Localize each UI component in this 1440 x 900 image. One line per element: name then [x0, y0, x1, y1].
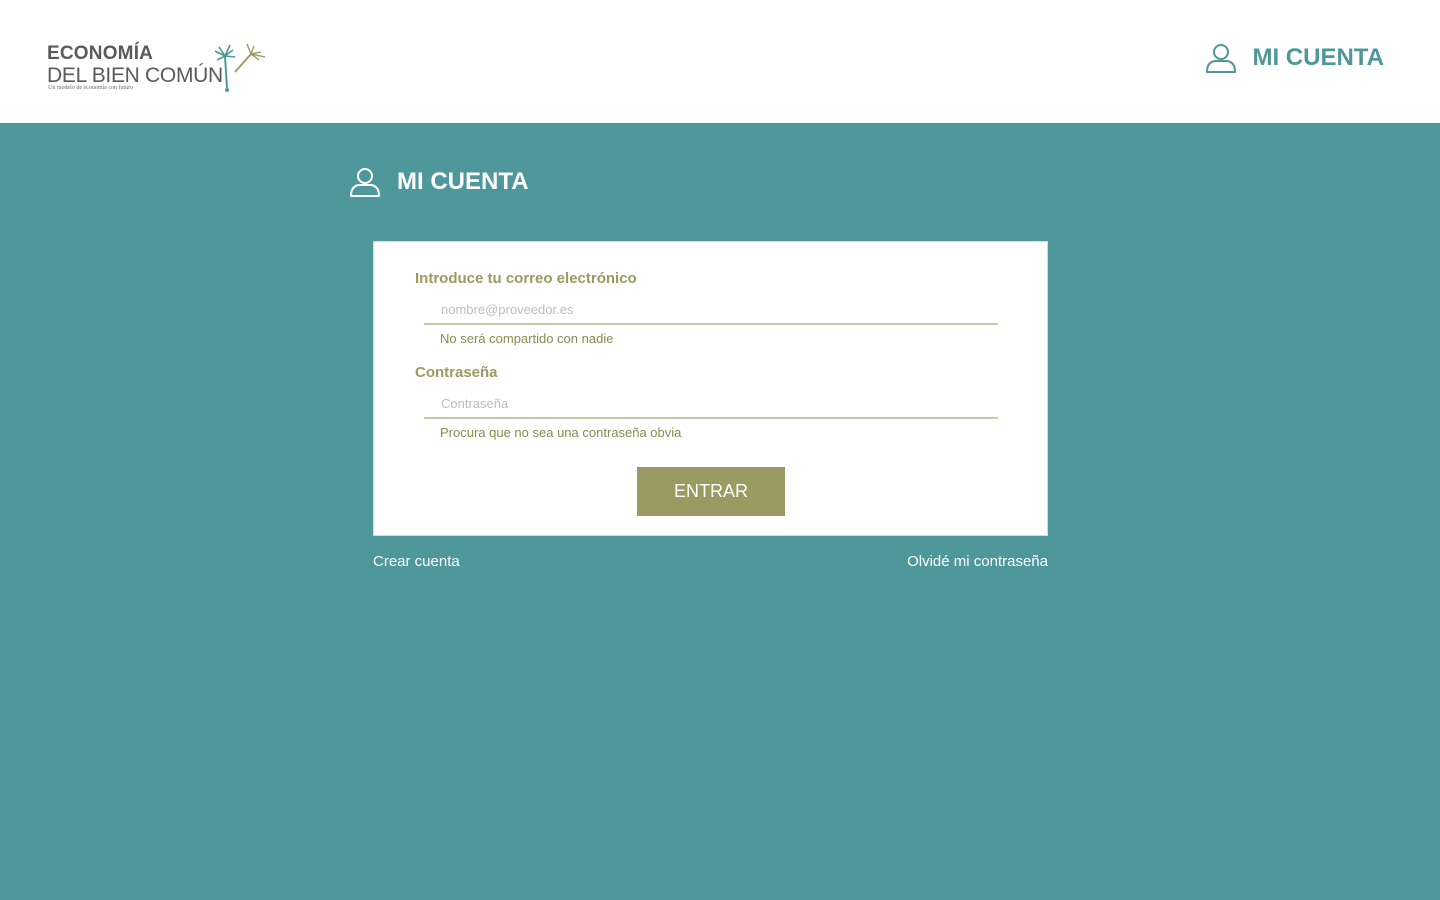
site-header: ECONOMÍA DEL BIEN COMÚN Un modelo de eco…	[0, 0, 1440, 123]
email-field[interactable]	[424, 295, 998, 325]
forgot-password-link[interactable]: Olvidé mi contraseña	[907, 553, 1048, 570]
header-account-link[interactable]: MI CUENTA	[1205, 40, 1384, 76]
login-button[interactable]: ENTRAR	[637, 467, 785, 516]
site-logo[interactable]: ECONOMÍA DEL BIEN COMÚN Un modelo de eco…	[47, 38, 272, 98]
email-label: Introduce tu correo electrónico	[415, 270, 637, 287]
login-form: Introduce tu correo electrónico No será …	[373, 241, 1048, 536]
logo-tagline: Un modelo de economía con futuro	[48, 85, 134, 91]
user-icon	[350, 168, 380, 197]
page-title: MI CUENTA	[349, 164, 529, 200]
page-title-text: MI CUENTA	[397, 168, 529, 195]
logo-line-1: ECONOMÍA	[47, 43, 154, 64]
palm-plant-logo-icon	[214, 43, 266, 92]
create-account-link[interactable]: Crear cuenta	[373, 553, 460, 570]
password-help-text: Procura que no sea una contraseña obvia	[440, 425, 682, 440]
header-account-label: MI CUENTA	[1252, 44, 1384, 71]
password-field[interactable]	[424, 389, 998, 419]
password-label: Contraseña	[415, 364, 498, 381]
user-icon	[1206, 44, 1237, 73]
email-help-text: No será compartido con nadie	[440, 331, 614, 346]
